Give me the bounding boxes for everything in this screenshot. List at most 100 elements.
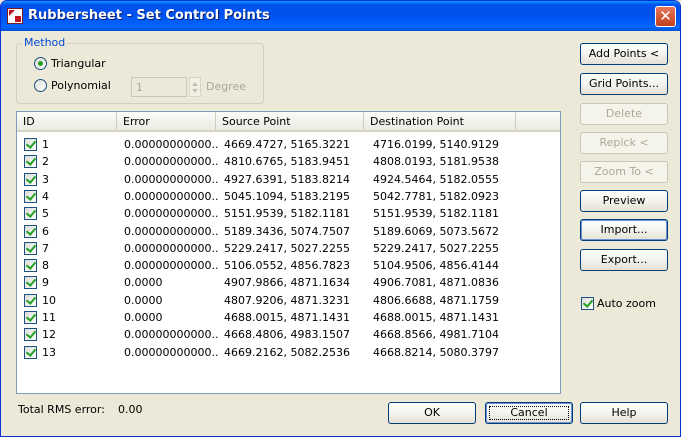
row-error: 0.0000: [124, 311, 163, 324]
rms-error-value: 0.00: [118, 403, 143, 416]
app-icon: [7, 8, 23, 24]
delete-button[interactable]: Delete: [580, 103, 668, 125]
table-row[interactable]: 10 0.0000 4807.9206, 4871.3231 4806.6688, 4…: [17, 292, 560, 309]
table-row[interactable]: 13 0.00000000000... 4669.2162, 5082.2536 46…: [17, 344, 560, 361]
row-source-point: 4810.6765, 5183.9451: [224, 155, 350, 169]
row-id: 10: [42, 293, 56, 307]
table-row[interactable]: 7 0.00000000000... 5229.2417, 5027.2255 522…: [17, 240, 560, 257]
row-error: 0.0000: [124, 293, 163, 307]
help-button[interactable]: Help: [580, 402, 668, 424]
row-error: 0.00000000000...: [124, 155, 219, 169]
row-destination-point: 5189.6069, 5073.5672: [373, 224, 499, 238]
triangular-label[interactable]: Triangular: [51, 57, 106, 70]
dialog-window: Rubbersheet - Set Control Points ✕ Metho…: [0, 0, 681, 437]
row-checkbox[interactable]: [24, 345, 37, 359]
table-row[interactable]: 5 0.00000000000... 5151.9539, 5182.1181 515…: [17, 205, 560, 222]
table-row[interactable]: 4 0.00000000000... 5045.1094, 5183.2195 504…: [17, 188, 560, 205]
row-checkbox[interactable]: [24, 241, 37, 255]
row-destination-point: 5104.9506, 4856.4144: [373, 259, 499, 273]
add-points-button[interactable]: Add Points <: [580, 43, 668, 65]
row-destination-point: 4806.6688, 4871.1759: [373, 293, 499, 307]
row-destination-point: 4924.5464, 5182.0555: [373, 172, 499, 186]
table-row[interactable]: 3 0.00000000000... 4927.6391, 5183.8214 492…: [17, 171, 560, 188]
row-checkbox[interactable]: [24, 259, 37, 273]
repick-button[interactable]: Repick <: [580, 132, 668, 154]
row-source-point: 4927.6391, 5183.8214: [224, 172, 350, 186]
row-source-point: 5189.3436, 5074.7507: [224, 224, 350, 238]
window-title: Rubbersheet - Set Control Points: [28, 8, 270, 23]
export-button[interactable]: Export...: [580, 249, 668, 271]
auto-zoom-checkbox[interactable]: [581, 297, 594, 310]
row-destination-point: 5042.7781, 5182.0923: [373, 189, 499, 203]
grid-points-button[interactable]: Grid Points...: [580, 73, 668, 95]
column-header-source[interactable]: Source Point: [216, 112, 364, 130]
row-destination-point: 4716.0199, 5140.9129: [373, 138, 499, 151]
row-source-point: 5106.0552, 4856.7823: [224, 259, 350, 273]
method-legend: Method: [22, 36, 68, 49]
zoom-to-button[interactable]: Zoom To <: [580, 161, 668, 183]
row-id: 8: [42, 259, 49, 273]
table-row[interactable]: 12 0.00000000000... 4668.4806, 4983.1507 46…: [17, 326, 560, 343]
table-row[interactable]: 6 0.00000000000... 5189.3436, 5074.7507 518…: [17, 223, 560, 240]
row-checkbox[interactable]: [24, 311, 37, 324]
row-error: 0.00000000000...: [124, 138, 219, 151]
row-source-point: 5229.2417, 5027.2255: [224, 241, 350, 255]
row-source-point: 5045.1094, 5183.2195: [224, 189, 350, 203]
row-error: 0.00000000000...: [124, 241, 219, 255]
triangular-radio[interactable]: [34, 57, 47, 70]
row-id: 4: [42, 189, 49, 203]
row-checkbox[interactable]: [24, 207, 37, 221]
polynomial-radio[interactable]: [34, 79, 47, 92]
title-bar[interactable]: Rubbersheet - Set Control Points ✕: [1, 1, 680, 31]
cancel-button[interactable]: Cancel: [485, 402, 573, 424]
row-checkbox[interactable]: [24, 138, 37, 151]
row-checkbox[interactable]: [24, 293, 37, 307]
row-source-point: 5151.9539, 5182.1181: [224, 207, 350, 221]
row-checkbox[interactable]: [24, 276, 37, 290]
row-error: 0.00000000000...: [124, 328, 219, 342]
preview-button[interactable]: Preview: [580, 190, 668, 212]
table-row[interactable]: 8 0.00000000000... 5106.0552, 4856.7823 510…: [17, 257, 560, 274]
row-id: 6: [42, 224, 49, 238]
table-row[interactable]: 11 0.0000 4688.0015, 4871.1431 4688.0015, 4…: [17, 309, 560, 326]
row-destination-point: 5151.9539, 5182.1181: [373, 207, 499, 221]
import-button[interactable]: Import...: [580, 219, 668, 241]
row-error: 0.00000000000...: [124, 207, 219, 221]
row-id: 13: [42, 345, 56, 359]
row-checkbox[interactable]: [24, 189, 37, 203]
spin-down-icon[interactable]: [192, 89, 198, 93]
row-destination-point: 5229.2417, 5027.2255: [373, 241, 499, 255]
table-row[interactable]: 1 0.00000000000... 4669.4727, 5165.3221 471…: [17, 136, 560, 153]
row-source-point: 4688.0015, 4871.1431: [224, 311, 350, 324]
table-row[interactable]: 9 0.0000 4907.9866, 4871.1634 4906.7081, 48…: [17, 274, 560, 291]
polynomial-label[interactable]: Polynomial: [51, 79, 111, 92]
row-id: 11: [42, 311, 56, 324]
row-error: 0.00000000000...: [124, 189, 219, 203]
column-header-id[interactable]: ID: [17, 112, 117, 130]
row-source-point: 4668.4806, 4983.1507: [224, 328, 350, 342]
row-error: 0.00000000000...: [124, 259, 219, 273]
column-header-error[interactable]: Error: [117, 112, 216, 130]
row-destination-point: 4668.8214, 5080.3797: [373, 345, 499, 359]
table-row[interactable]: 2 0.00000000000... 4810.6765, 5183.9451 480…: [17, 153, 560, 170]
row-error: 0.00000000000...: [124, 224, 219, 238]
close-button[interactable]: ✕: [655, 6, 676, 27]
row-id: 1: [42, 138, 49, 151]
ok-button[interactable]: OK: [388, 402, 476, 424]
row-destination-point: 4808.0193, 5181.9538: [373, 155, 499, 169]
row-source-point: 4907.9866, 4871.1634: [224, 276, 350, 290]
row-checkbox[interactable]: [24, 328, 37, 342]
control-points-list[interactable]: ID Error Source Point Destination Point …: [16, 111, 561, 394]
list-header: ID Error Source Point Destination Point: [17, 112, 560, 132]
row-checkbox[interactable]: [24, 155, 37, 169]
spin-up-icon[interactable]: [192, 82, 198, 86]
row-id: 2: [42, 155, 49, 169]
degree-spinner[interactable]: [189, 77, 201, 97]
row-id: 9: [42, 276, 49, 290]
row-id: 12: [42, 328, 56, 342]
auto-zoom-label[interactable]: Auto zoom: [597, 297, 656, 310]
row-checkbox[interactable]: [24, 224, 37, 238]
degree-input[interactable]: 1: [131, 77, 187, 97]
row-checkbox[interactable]: [24, 172, 37, 186]
column-header-destination[interactable]: Destination Point: [364, 112, 516, 130]
